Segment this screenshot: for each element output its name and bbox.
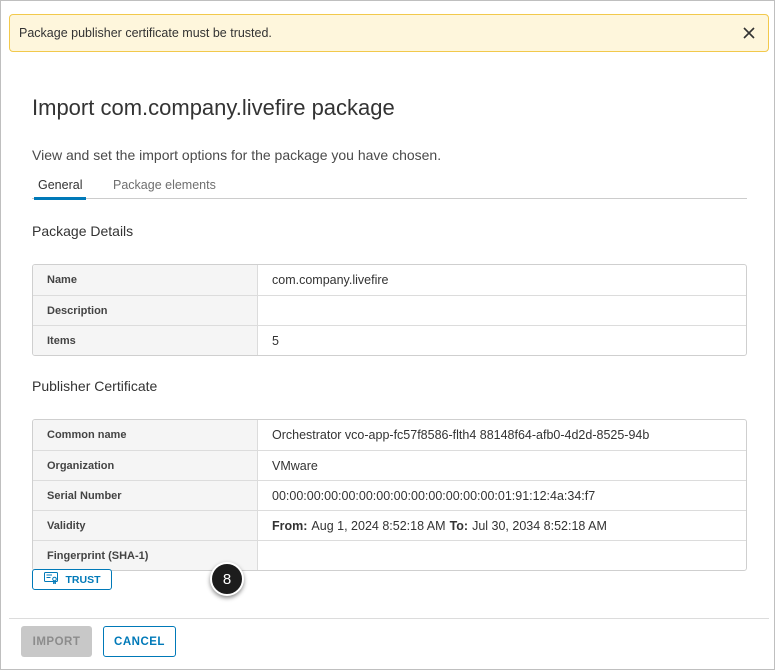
name-label: Name — [33, 265, 258, 295]
package-details-table: Name com.company.livefire Description It… — [32, 264, 747, 356]
step-number-badge: 8 — [210, 562, 244, 596]
cancel-button[interactable]: CANCEL — [103, 626, 176, 657]
validity-from-label: From: — [272, 518, 308, 533]
name-value: com.company.livefire — [272, 273, 389, 287]
items-value: 5 — [272, 333, 279, 348]
import-package-dialog: Package publisher certificate must be tr… — [0, 0, 775, 670]
serial-number-value: 00:00:00:00:00:00:00:00:00:00:00:00:00:0… — [272, 488, 596, 503]
warning-alert: Package publisher certificate must be tr… — [9, 14, 769, 52]
validity-to-date: Jul 30, 2034 8:52:18 AM — [472, 518, 607, 533]
table-row: Description — [33, 295, 746, 325]
validity-from-date: Aug 1, 2024 8:52:18 AM — [311, 518, 446, 533]
organization-value: VMware — [272, 458, 318, 473]
validity-label: Validity — [33, 511, 258, 540]
table-row: Serial Number 00:00:00:00:00:00:00:00:00… — [33, 480, 746, 510]
footer-divider — [9, 618, 769, 619]
validity-to-label: To: — [449, 518, 469, 533]
table-row: Validity From: Aug 1, 2024 8:52:18 AM To… — [33, 510, 746, 540]
page-subtitle: View and set the import options for the … — [32, 147, 442, 163]
table-row: Items 5 — [33, 325, 746, 355]
tab-bar: General Package elements — [32, 175, 747, 200]
validity-value: From: Aug 1, 2024 8:52:18 AM To: Jul 30,… — [258, 511, 746, 540]
table-row: Name com.company.livefire — [33, 265, 746, 295]
tab-package-elements[interactable]: Package elements — [113, 178, 216, 199]
organization-label: Organization — [33, 451, 258, 480]
items-label: Items — [33, 326, 258, 355]
package-details-heading: Package Details — [32, 223, 134, 239]
close-icon[interactable] — [740, 24, 758, 42]
alert-message: Package publisher certificate must be tr… — [19, 26, 272, 40]
serial-number-label: Serial Number — [33, 481, 258, 510]
common-name-value: Orchestrator vco-app-fc57f8586-flth4 881… — [272, 428, 650, 442]
tab-general[interactable]: General — [34, 178, 87, 200]
publisher-certificate-heading: Publisher Certificate — [32, 378, 158, 394]
common-name-label: Common name — [33, 420, 258, 450]
fingerprint-value — [258, 541, 746, 570]
page-title: Import com.company.livefire package — [32, 95, 395, 120]
table-row: Fingerprint (SHA-1) — [33, 540, 746, 570]
description-value — [258, 296, 746, 325]
publisher-certificate-table: Common name Orchestrator vco-app-fc57f85… — [32, 419, 747, 571]
certificate-icon — [43, 572, 58, 587]
import-button[interactable]: IMPORT — [21, 626, 92, 657]
description-label: Description — [33, 296, 258, 325]
table-row: Organization VMware — [33, 450, 746, 480]
trust-button[interactable]: TRUST — [32, 569, 112, 590]
trust-button-label: TRUST — [65, 573, 101, 586]
table-row: Common name Orchestrator vco-app-fc57f85… — [33, 420, 746, 450]
